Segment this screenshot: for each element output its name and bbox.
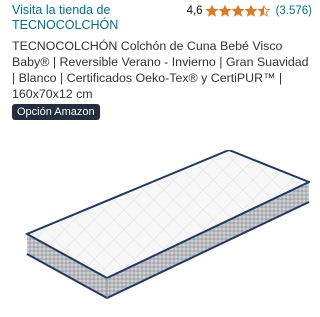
star-icon <box>244 5 257 17</box>
rating-value: 4,6 <box>186 5 203 17</box>
star-icon <box>218 5 231 17</box>
rating-summary[interactable]: 4,6 (3.576) <box>187 4 312 18</box>
store-link-line2[interactable]: TECNOCOLCHÓN <box>12 18 118 33</box>
product-title: TECNOCOLCHÓN Colchón de Cuna Bebé Visco … <box>12 39 309 101</box>
star-half-icon <box>257 5 270 17</box>
star-icon <box>231 5 244 17</box>
star-icon <box>205 5 218 17</box>
rating-count-link[interactable]: (3.576) <box>276 5 312 17</box>
star-rating[interactable] <box>205 5 272 17</box>
amazon-choice-badge: Opción Amazon <box>12 104 100 120</box>
store-link-line1[interactable]: Visita la tienda de <box>12 3 118 18</box>
product-image[interactable] <box>25 150 310 300</box>
header-row: Visita la tienda de TECNOCOLCHÓN 4,6 (3.… <box>12 3 312 33</box>
store-link[interactable]: Visita la tienda de TECNOCOLCHÓN <box>12 3 118 33</box>
